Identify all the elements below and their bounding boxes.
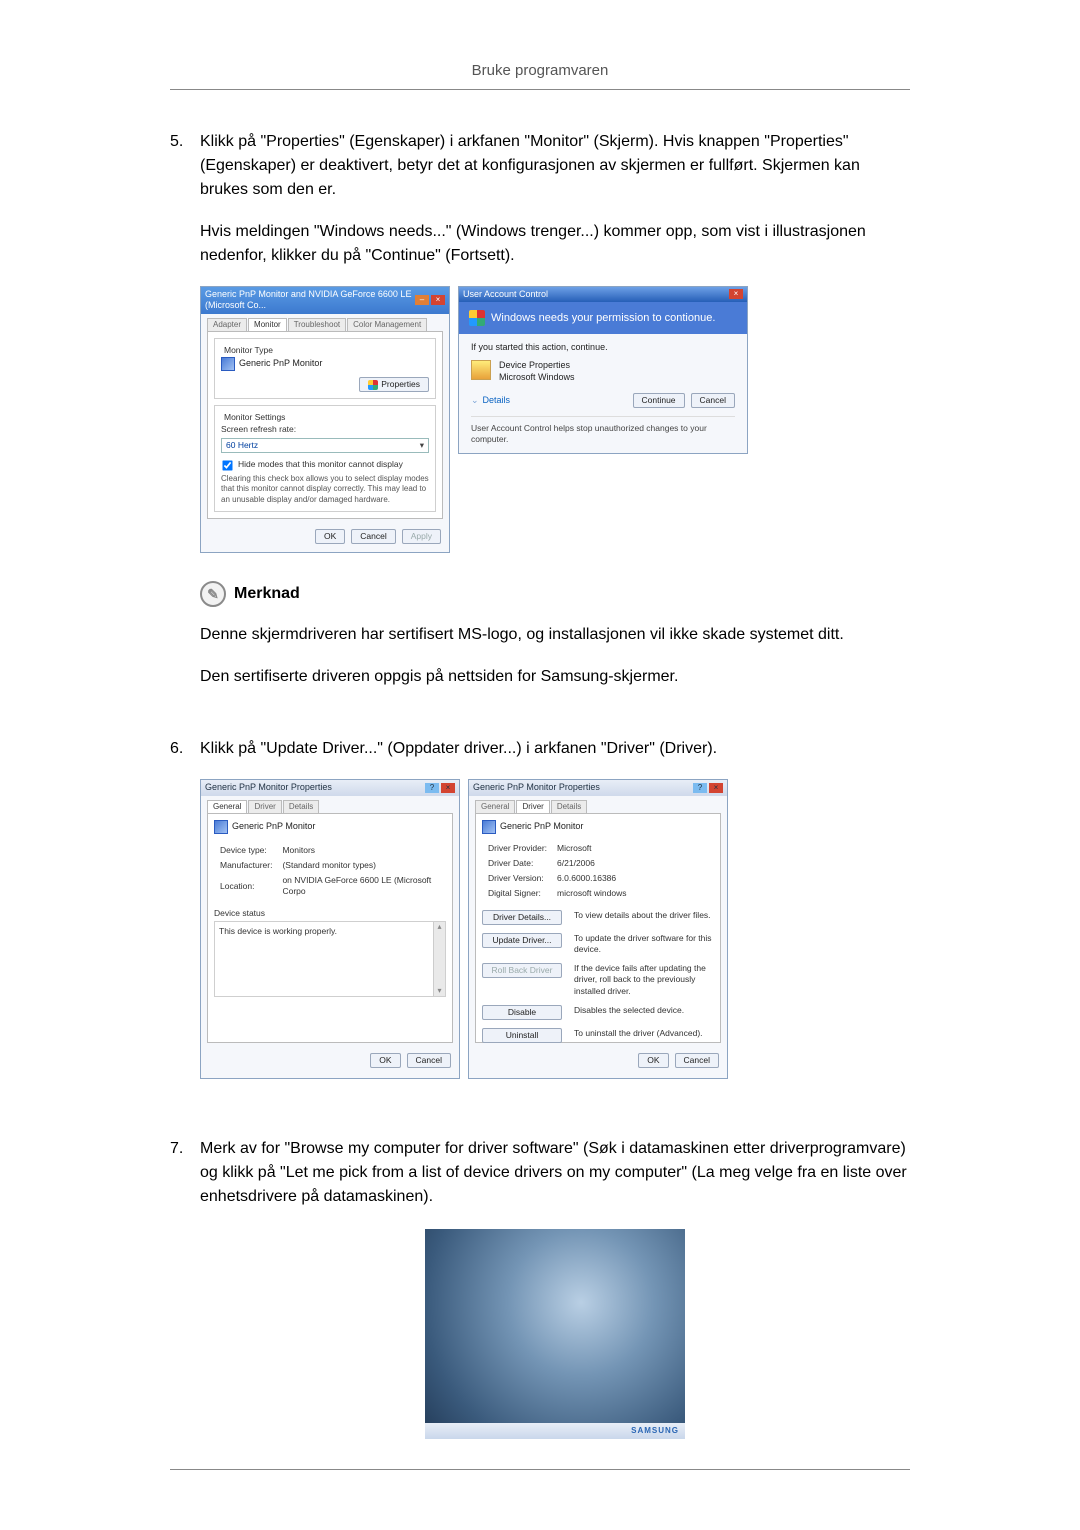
step-7-para: Merk av for "Browse my computer for driv…: [200, 1137, 910, 1209]
desktop-screenshot: SAMSUNG: [425, 1229, 685, 1439]
footer-rule: [170, 1469, 910, 1470]
step-5: 5. Klikk på "Properties" (Egenskaper) i …: [170, 130, 910, 708]
step-5-para-1: Klikk på "Properties" (Egenskaper) i ark…: [200, 130, 910, 202]
device-status-box: This device is working properly. ▴▾: [214, 921, 446, 997]
chevron-down-icon[interactable]: ⌄: [471, 395, 479, 407]
monitor-dialog-title: Generic PnP Monitor and NVIDIA GeForce 6…: [205, 289, 415, 312]
step-6-number: 6.: [170, 737, 200, 1107]
close-icon[interactable]: ×: [441, 783, 455, 793]
cancel-button[interactable]: Cancel: [407, 1053, 451, 1068]
monitor-type-label: Monitor Type: [221, 345, 276, 356]
close-icon[interactable]: ×: [709, 783, 723, 793]
cancel-button[interactable]: Cancel: [351, 529, 395, 544]
uac-dialog: User Account Control × Windows needs you…: [458, 286, 748, 455]
tab-details[interactable]: Details: [283, 800, 319, 813]
disable-button[interactable]: Disable: [482, 1005, 562, 1020]
uac-if-started: If you started this action, continue.: [471, 342, 735, 354]
properties-button[interactable]: Properties: [359, 377, 429, 392]
apply-button[interactable]: Apply: [402, 529, 441, 544]
rollback-driver-desc: If the device fails after updating the d…: [574, 963, 714, 996]
driver-dialog-title: Generic PnP Monitor Properties: [473, 782, 600, 794]
device-name: Generic PnP Monitor: [232, 821, 315, 833]
uac-details-link[interactable]: Details: [483, 395, 511, 407]
tab-monitor[interactable]: Monitor: [248, 318, 287, 331]
device-status-label: Device status: [214, 908, 446, 919]
tab-details[interactable]: Details: [551, 800, 587, 813]
shield-icon: [469, 310, 485, 326]
step-6: 6. Klikk på "Update Driver..." (Oppdater…: [170, 737, 910, 1107]
tab-general[interactable]: General: [207, 800, 247, 813]
ok-button[interactable]: OK: [370, 1053, 400, 1068]
driver-details-button[interactable]: Driver Details...: [482, 910, 562, 925]
hide-modes-input[interactable]: [222, 460, 232, 470]
tab-driver[interactable]: Driver: [516, 800, 549, 813]
note-para-2: Den sertifiserte driveren oppgis på nett…: [200, 665, 910, 689]
update-driver-button[interactable]: Update Driver...: [482, 933, 562, 948]
driver-info-table: Driver Provider:Microsoft Driver Date:6/…: [482, 840, 632, 902]
help-icon[interactable]: ?: [425, 783, 439, 793]
driver-details-desc: To view details about the driver files.: [574, 910, 714, 921]
step-7: 7. Merk av for "Browse my computer for d…: [170, 1137, 910, 1439]
tab-general[interactable]: General: [475, 800, 515, 813]
hide-modes-note: Clearing this check box allows you to se…: [221, 474, 429, 505]
step-5-para-2: Hvis meldingen "Windows needs..." (Windo…: [200, 220, 910, 268]
monitor-dialog-tabs: Adapter Monitor Troubleshoot Color Manag…: [201, 314, 449, 331]
refresh-rate-label: Screen refresh rate:: [221, 424, 429, 435]
general-info-table: Device type:Monitors Manufacturer:(Stand…: [214, 842, 446, 900]
step-6-para: Klikk på "Update Driver..." (Oppdater dr…: [200, 737, 910, 761]
monitor-icon: [214, 820, 228, 834]
uac-headline: Windows needs your permission to contion…: [459, 302, 747, 334]
note-label: Merknad: [234, 582, 300, 606]
tab-troubleshoot[interactable]: Troubleshoot: [288, 318, 346, 331]
device-name: Generic PnP Monitor: [500, 821, 583, 833]
tab-color-management[interactable]: Color Management: [347, 318, 427, 331]
cancel-button[interactable]: Cancel: [691, 393, 735, 408]
note-icon: ✎: [200, 581, 226, 607]
cancel-button[interactable]: Cancel: [675, 1053, 719, 1068]
uac-item-sub: Microsoft Windows: [499, 372, 575, 384]
update-driver-desc: To update the driver software for this d…: [574, 933, 714, 955]
step-5-number: 5.: [170, 130, 200, 708]
scrollbar[interactable]: ▴▾: [433, 922, 445, 996]
refresh-rate-select[interactable]: 60 Hertz: [221, 438, 429, 453]
ok-button[interactable]: OK: [315, 529, 345, 544]
ok-button[interactable]: OK: [638, 1053, 668, 1068]
disable-desc: Disables the selected device.: [574, 1005, 714, 1016]
note-para-1: Denne skjermdriveren har sertifisert MS-…: [200, 623, 910, 647]
monitor-icon: [482, 820, 496, 834]
tab-adapter[interactable]: Adapter: [207, 318, 247, 331]
uac-item-title: Device Properties: [499, 360, 575, 372]
uac-title: User Account Control: [463, 289, 548, 301]
uninstall-desc: To uninstall the driver (Advanced).: [574, 1028, 714, 1039]
general-dialog-title: Generic PnP Monitor Properties: [205, 782, 332, 794]
header-rule: [170, 89, 910, 90]
monitor-dialog-titlebar: Generic PnP Monitor and NVIDIA GeForce 6…: [201, 287, 449, 314]
page-header: Bruke programvaren: [170, 60, 910, 83]
close-icon[interactable]: ×: [729, 289, 743, 299]
taskbar-brand: SAMSUNG: [631, 1425, 679, 1437]
monitor-properties-dialog: Generic PnP Monitor and NVIDIA GeForce 6…: [200, 286, 450, 554]
uac-titlebar: User Account Control ×: [459, 287, 747, 303]
uninstall-button[interactable]: Uninstall: [482, 1028, 562, 1043]
rollback-driver-button[interactable]: Roll Back Driver: [482, 963, 562, 978]
driver-dialog-titlebar: Generic PnP Monitor Properties ? ×: [469, 780, 727, 796]
minimize-icon[interactable]: ‒: [415, 295, 429, 305]
note-block: ✎ Merknad: [200, 581, 910, 607]
close-icon[interactable]: ×: [431, 295, 445, 305]
taskbar: SAMSUNG: [425, 1423, 685, 1439]
step-7-number: 7.: [170, 1137, 200, 1439]
tab-driver[interactable]: Driver: [248, 800, 281, 813]
general-properties-dialog: Generic PnP Monitor Properties ? × Gener…: [200, 779, 460, 1079]
monitor-name: Generic PnP Monitor: [239, 358, 322, 370]
monitor-settings-label: Monitor Settings: [221, 412, 288, 423]
help-icon[interactable]: ?: [693, 783, 707, 793]
general-dialog-titlebar: Generic PnP Monitor Properties ? ×: [201, 780, 459, 796]
hide-modes-checkbox[interactable]: Hide modes that this monitor cannot disp…: [221, 459, 429, 472]
continue-button[interactable]: Continue: [633, 393, 685, 408]
app-icon: [471, 360, 491, 380]
driver-properties-dialog: Generic PnP Monitor Properties ? × Gener…: [468, 779, 728, 1079]
shield-icon: [368, 380, 378, 390]
uac-footer: User Account Control helps stop unauthor…: [471, 416, 735, 445]
monitor-icon: [221, 357, 235, 371]
